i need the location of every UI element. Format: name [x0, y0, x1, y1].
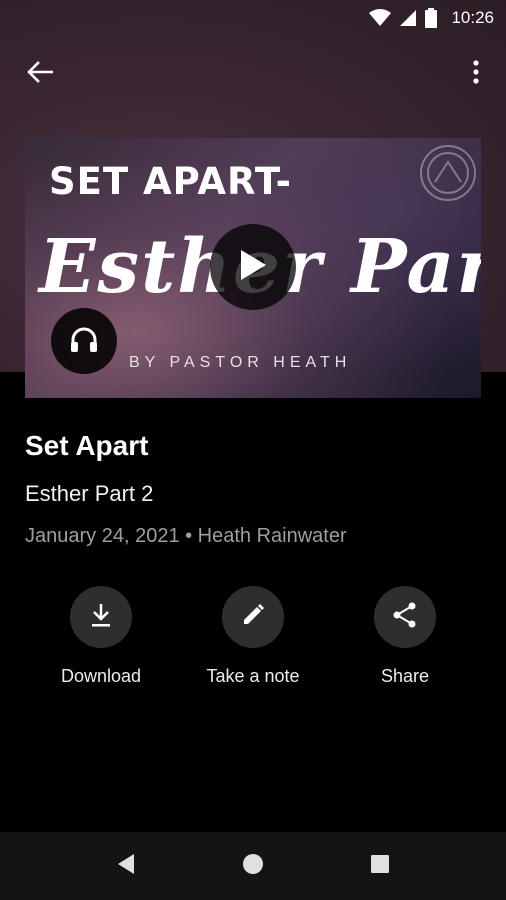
cell-signal-icon	[399, 9, 417, 27]
sermon-date-speaker: January 24, 2021 • Heath Rainwater	[25, 525, 347, 547]
download-icon	[89, 602, 113, 633]
download-label: Download	[60, 666, 142, 686]
status-bar: 10:26	[0, 0, 506, 36]
download-circle[interactable]	[70, 586, 132, 648]
more-options-button[interactable]	[456, 54, 496, 94]
download-button[interactable]: Download	[31, 586, 171, 687]
play-video-button[interactable]	[210, 224, 296, 310]
action-row: Download Take a note Share	[0, 586, 506, 706]
take-note-button[interactable]: Take a note	[183, 586, 323, 687]
triangle-back-icon	[116, 853, 136, 880]
back-button[interactable]	[18, 54, 62, 94]
play-audio-button[interactable]	[51, 308, 117, 374]
share-label: Share	[380, 666, 430, 686]
more-vert-icon	[472, 59, 480, 89]
battery-icon	[425, 8, 438, 28]
share-icon	[391, 601, 419, 634]
take-note-label: Take a note	[206, 666, 300, 686]
sermon-title: Esther Part 2	[25, 481, 154, 506]
app-bar	[0, 44, 506, 104]
system-navigation-bar	[0, 832, 506, 900]
take-note-circle[interactable]	[222, 586, 284, 648]
artwork-byline: BY PASTOR HEATH	[129, 354, 352, 371]
artwork-title-line1: SET APART-	[49, 160, 293, 203]
status-time: 10:26	[451, 8, 494, 27]
pencil-icon	[241, 603, 265, 632]
share-button[interactable]: Share	[335, 586, 475, 687]
play-icon	[238, 248, 268, 287]
arrow-back-icon	[27, 60, 54, 88]
circle-home-icon	[242, 853, 264, 880]
square-recents-icon	[370, 854, 390, 879]
wifi-icon	[369, 9, 392, 27]
church-logo-icon	[417, 142, 479, 204]
nav-recents-button[interactable]	[360, 846, 400, 886]
headphones-icon	[69, 325, 99, 358]
sermon-artwork: SET APART- Esther Part 2 BY PASTOR HEATH	[25, 138, 481, 398]
share-circle[interactable]	[374, 586, 436, 648]
nav-back-button[interactable]	[106, 846, 146, 886]
sermon-series-title: Set Apart	[25, 430, 149, 461]
nav-home-button[interactable]	[233, 846, 273, 886]
